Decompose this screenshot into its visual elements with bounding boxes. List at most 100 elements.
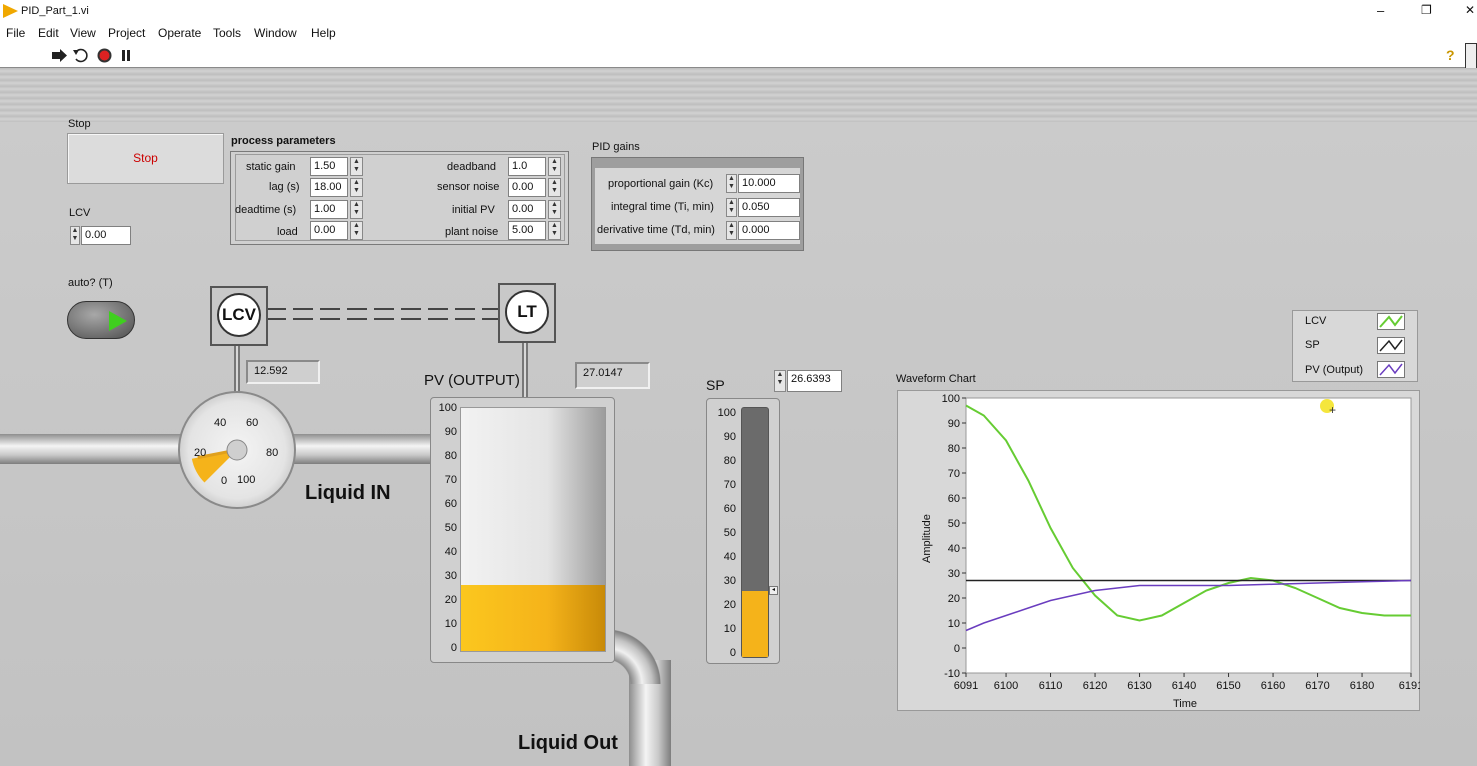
lcv-control-input[interactable]: 0.00 bbox=[81, 226, 131, 245]
sp-tick: 0 bbox=[729, 647, 736, 659]
sp-spinner[interactable]: ▲ ▼ bbox=[774, 370, 786, 392]
tank-tick: 20 bbox=[444, 594, 457, 606]
x-tick-label: 6140 bbox=[1172, 680, 1196, 692]
integral-time-input[interactable]: 0.050 bbox=[738, 198, 800, 217]
tank-scale: 100 90 80 70 60 50 40 30 20 10 0 bbox=[427, 402, 459, 658]
plant-noise-input[interactable]: 5.00 bbox=[508, 221, 546, 240]
menu-project[interactable]: Project bbox=[108, 26, 145, 40]
sp-input[interactable]: 26.6393 bbox=[787, 370, 842, 392]
sp-tick: 40 bbox=[723, 551, 736, 563]
pid-gains-title: PID gains bbox=[592, 141, 640, 153]
tank-level-fill bbox=[461, 585, 605, 651]
minimize-button[interactable]: – bbox=[1377, 3, 1384, 18]
sp-tick: 60 bbox=[723, 503, 736, 515]
menu-file[interactable]: File bbox=[6, 26, 25, 40]
y-tick-label: 50 bbox=[948, 518, 960, 530]
auto-toggle-button[interactable] bbox=[67, 301, 135, 339]
static-gain-input[interactable]: 1.50 bbox=[310, 157, 348, 176]
y-tick-label: 20 bbox=[948, 593, 960, 605]
legend-pv-swatch[interactable] bbox=[1377, 361, 1405, 378]
derivative-time-spinner[interactable]: ▲ ▼ bbox=[726, 221, 737, 240]
plot-area bbox=[965, 397, 1412, 674]
proportional-gain-spinner[interactable]: ▲ ▼ bbox=[726, 174, 737, 193]
title-bar: PID_Part_1.vi – ❐ ✕ bbox=[0, 0, 1477, 23]
menu-edit[interactable]: Edit bbox=[38, 26, 59, 40]
lcv-stem bbox=[234, 346, 240, 392]
auto-label: auto? (T) bbox=[68, 277, 113, 289]
plant-noise-spinner[interactable]: ▲ ▼ bbox=[548, 221, 561, 240]
tank-tick: 70 bbox=[444, 474, 457, 486]
tank-tick: 40 bbox=[444, 546, 457, 558]
tank-tick: 100 bbox=[438, 402, 457, 414]
integral-time-label: integral time (Ti, min) bbox=[611, 201, 714, 213]
menu-view[interactable]: View bbox=[70, 26, 96, 40]
y-tick-label: 100 bbox=[942, 393, 960, 405]
waveform-chart[interactable]: 1009080706050403020100-106091 6100 6110 612… bbox=[897, 390, 1420, 711]
tank-tick: 60 bbox=[444, 498, 457, 510]
x-tick-label: 6120 bbox=[1083, 680, 1107, 692]
chart-ylabel: Amplitude bbox=[921, 514, 933, 563]
initial-pv-spinner[interactable]: ▲ ▼ bbox=[548, 200, 561, 219]
lcv-instrument: LCV bbox=[210, 286, 268, 346]
legend-sp-label: SP bbox=[1305, 339, 1320, 351]
lcv-value-indicator: 12.592 bbox=[246, 360, 320, 384]
legend-lcv-swatch[interactable] bbox=[1377, 313, 1405, 330]
load-spinner[interactable]: ▲ ▼ bbox=[350, 221, 363, 240]
crosshair-cursor: + bbox=[1329, 403, 1337, 417]
proportional-gain-label: proportional gain (Kc) bbox=[608, 178, 714, 190]
sp-scale: 100 90 80 70 60 50 40 30 20 10 0 bbox=[706, 407, 738, 663]
legend-sp-swatch[interactable] bbox=[1377, 337, 1405, 354]
sensor-noise-spinner[interactable]: ▲ ▼ bbox=[548, 178, 561, 197]
menu-help[interactable]: Help bbox=[311, 26, 336, 40]
deadtime-spinner[interactable]: ▲ ▼ bbox=[350, 200, 363, 219]
load-label: load bbox=[277, 226, 298, 238]
run-arrow-icon[interactable] bbox=[52, 49, 68, 62]
proportional-gain-input[interactable]: 10.000 bbox=[738, 174, 800, 193]
lt-stem bbox=[522, 343, 528, 397]
lcv-instrument-label: LCV bbox=[217, 293, 261, 337]
gauge-tick-0: 0 bbox=[221, 475, 228, 487]
initial-pv-input[interactable]: 0.00 bbox=[508, 200, 546, 219]
sp-slider-track[interactable] bbox=[741, 407, 769, 658]
context-help-icon[interactable]: ? bbox=[1446, 47, 1455, 63]
x-tick-label: 6170 bbox=[1305, 680, 1329, 692]
x-tick-label: 6130 bbox=[1127, 680, 1151, 692]
static-gain-spinner[interactable]: ▲ ▼ bbox=[350, 157, 363, 176]
deadband-spinner[interactable]: ▲ ▼ bbox=[548, 157, 561, 176]
deadband-input[interactable]: 1.0 bbox=[508, 157, 546, 176]
pause-icon[interactable] bbox=[121, 50, 131, 61]
signal-line bbox=[266, 308, 500, 320]
deadtime-label: deadtime (s) bbox=[235, 204, 297, 216]
tank-tick: 30 bbox=[444, 570, 457, 582]
menu-tools[interactable]: Tools bbox=[213, 26, 241, 40]
chart-title: Waveform Chart bbox=[896, 373, 976, 385]
menu-bar: File Edit View Project Operate Tools Win… bbox=[0, 23, 1477, 43]
lag-input[interactable]: 18.00 bbox=[310, 178, 348, 197]
y-tick-label: 60 bbox=[948, 493, 960, 505]
integral-time-spinner[interactable]: ▲ ▼ bbox=[726, 198, 737, 217]
close-button[interactable]: ✕ bbox=[1465, 3, 1475, 17]
lt-instrument-label: LT bbox=[505, 290, 549, 334]
sp-tick: 30 bbox=[723, 575, 736, 587]
process-parameters-title: process parameters bbox=[231, 135, 336, 147]
menu-operate[interactable]: Operate bbox=[158, 26, 201, 40]
legend-pv-label: PV (Output) bbox=[1305, 364, 1364, 376]
decoration-band bbox=[0, 68, 1477, 122]
menu-window[interactable]: Window bbox=[254, 26, 297, 40]
derivative-time-input[interactable]: 0.000 bbox=[738, 221, 800, 240]
stop-button[interactable]: Stop bbox=[67, 133, 224, 184]
sp-tick: 90 bbox=[723, 431, 736, 443]
lag-spinner[interactable]: ▲ ▼ bbox=[350, 178, 363, 197]
sp-slider-thumb[interactable]: ◂ bbox=[769, 586, 778, 596]
load-input[interactable]: 0.00 bbox=[310, 221, 348, 240]
run-continuous-icon[interactable] bbox=[73, 48, 89, 63]
lcv-spinner[interactable]: ▲ ▼ bbox=[70, 226, 80, 245]
sensor-noise-input[interactable]: 0.00 bbox=[508, 178, 546, 197]
deadtime-input[interactable]: 1.00 bbox=[310, 200, 348, 219]
tank-tick: 0 bbox=[450, 642, 457, 654]
abort-icon[interactable] bbox=[97, 48, 112, 63]
restore-button[interactable]: ❐ bbox=[1421, 3, 1432, 17]
y-tick-label: 70 bbox=[948, 468, 960, 480]
gauge-tick-100: 100 bbox=[237, 474, 256, 486]
initial-pv-label: initial PV bbox=[452, 204, 495, 216]
